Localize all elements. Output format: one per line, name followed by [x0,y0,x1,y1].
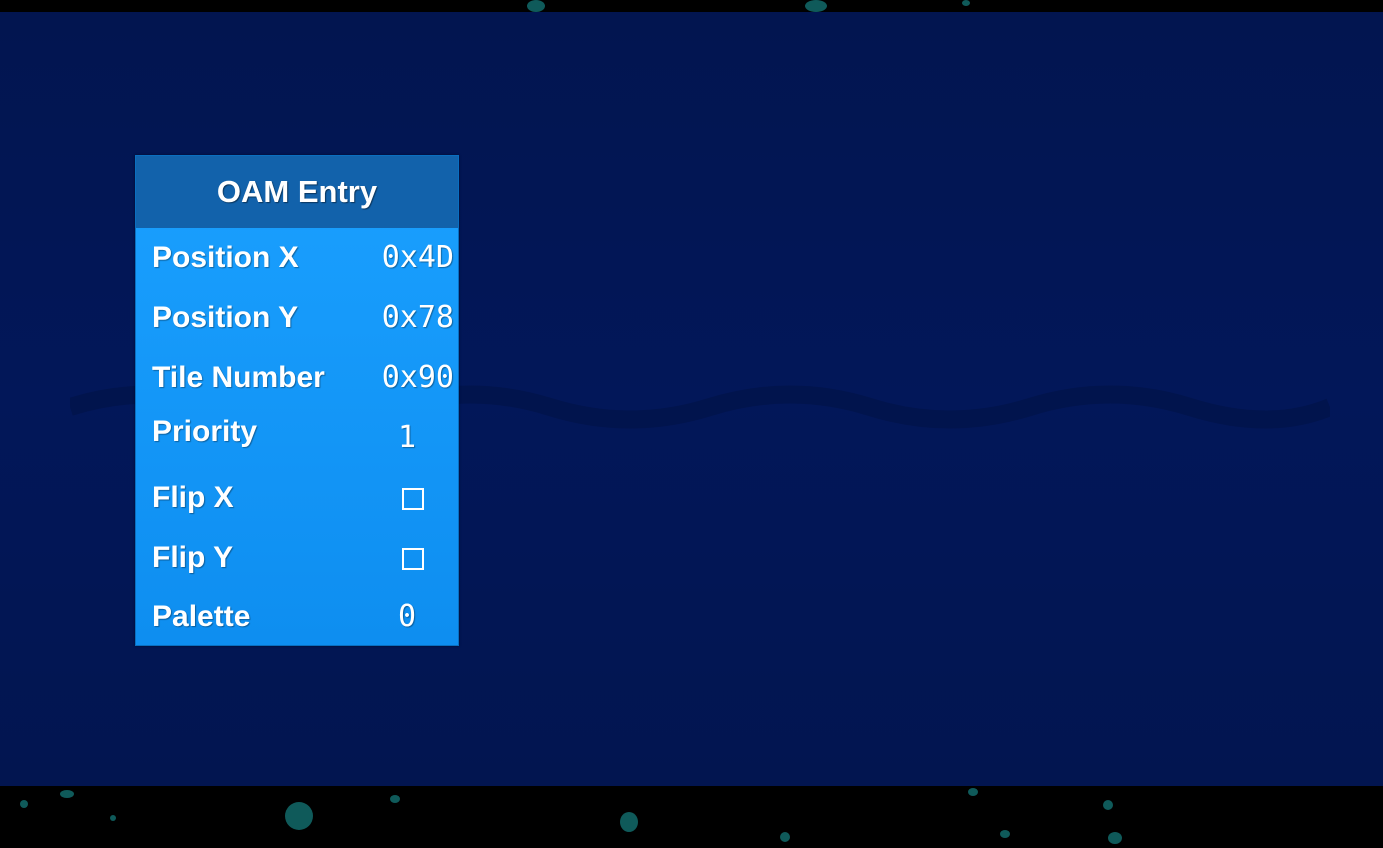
position-x-value[interactable]: 0x4D [382,238,454,278]
speck-decoration [1000,830,1010,838]
row-priority: Priority 1 [136,412,460,455]
speck-decoration [527,0,545,12]
position-y-value[interactable]: 0x78 [382,298,454,338]
row-tile-number: Tile Number 0x90 [136,358,460,398]
flip-x-checkbox[interactable] [402,488,424,510]
row-position-x: Position X 0x4D [136,238,460,278]
flip-y-label: Flip Y [152,541,234,574]
speck-decoration [780,832,790,842]
priority-value[interactable]: 1 [398,418,416,458]
speck-decoration [390,795,400,803]
palette-label: Palette [152,600,251,633]
speck-decoration [962,0,970,6]
row-position-y: Position Y 0x78 [136,298,460,338]
row-flip-y: Flip Y [136,538,460,578]
tile-number-label: Tile Number [152,361,325,394]
speck-decoration [1103,800,1113,810]
flip-x-label: Flip X [152,481,234,514]
panel-title: OAM Entry [136,156,458,228]
speck-decoration [60,790,74,798]
flip-y-checkbox[interactable] [402,548,424,570]
speck-decoration [1108,832,1122,844]
row-flip-x: Flip X [136,478,460,518]
row-palette: Palette 0 [136,597,460,637]
speck-decoration [285,802,313,830]
position-y-label: Position Y [152,301,299,334]
palette-value[interactable]: 0 [398,597,416,637]
speck-decoration [805,0,827,12]
oam-entry-panel: OAM Entry Position X 0x4D Position Y 0x7… [135,155,459,646]
priority-label: Priority [152,415,258,448]
speck-decoration [968,788,978,796]
tile-number-value[interactable]: 0x90 [382,358,454,398]
position-x-label: Position X [152,241,299,274]
speck-decoration [20,800,28,808]
speck-decoration [620,812,638,832]
speck-decoration [110,815,116,821]
